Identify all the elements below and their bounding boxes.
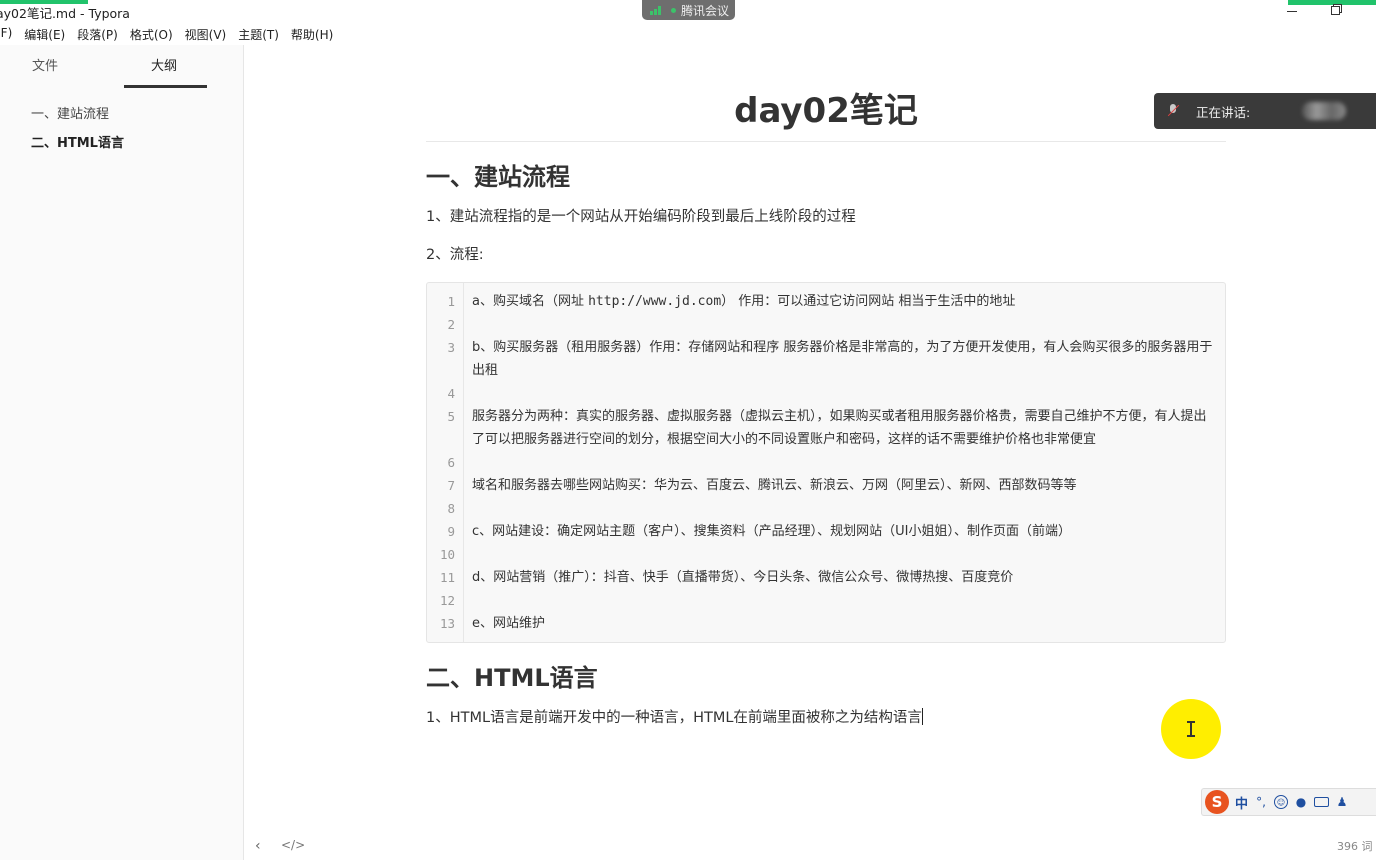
active-tab-indicator <box>124 85 207 88</box>
keyboard-icon[interactable] <box>1314 797 1330 807</box>
code-text-segment: d、网站营销（推广）：抖音、快手（直播带货）、今日头条、微信公众号、微博热搜、百… <box>472 570 1014 585</box>
code-block[interactable]: 1 a、购买域名（网址 http://www.jd.com） 作用：可以通过它访问… <box>426 282 1226 643</box>
code-line-text: b、购买服务器（租用服务器）作用：存储网站和程序 服务器价格是非常高的，为了方便… <box>463 336 1215 382</box>
code-line-text: a、购买域名（网址 http://www.jd.com） 作用：可以通过它访问网… <box>463 290 1215 313</box>
code-text-segment: ） 作用：可以通过它访问网站 相当于生活中的地址 <box>721 294 1016 309</box>
cursor-highlight <box>1161 699 1221 759</box>
outline-item-section2[interactable]: 二、HTML语言 <box>31 136 124 165</box>
code-line-text: c、网站建设：确定网站主题（客户）、搜集资料（产品经理）、规划网站（UI小姐姐）… <box>463 520 1215 543</box>
line-number: 1 <box>447 294 455 309</box>
meeting-status-pill[interactable]: 腾讯会议 <box>642 0 735 20</box>
code-line: 3 b、购买服务器（租用服务器）作用：存储网站和程序 服务器价格是非常高的，为了方… <box>427 336 1225 382</box>
code-line-text: 服务器分为两种：真实的服务器、虚拟服务器（虚拟云主机），如果购买或者租用服务器价… <box>463 405 1215 451</box>
ime-mode-toggle[interactable]: 中 <box>1235 793 1248 812</box>
code-url: http://www.jd.com <box>588 294 722 309</box>
line-number: 6 <box>447 455 455 470</box>
editor[interactable]: day02笔记 一、建站流程 1、建站流程指的是一个网站从开始编码阶段到最后上线… <box>426 80 1226 733</box>
outline-item-section1[interactable]: 一、建站流程 <box>31 107 124 136</box>
minimize-icon[interactable] <box>1286 4 1298 14</box>
tab-files[interactable]: 文件 <box>32 55 58 74</box>
code-line: 6 <box>427 451 1225 474</box>
menu-paragraph[interactable]: 段落(P) <box>71 23 124 45</box>
emoji-icon[interactable]: ☺ <box>1274 795 1289 809</box>
chevron-left-icon[interactable]: ‹ <box>255 838 261 854</box>
menu-help[interactable]: 帮助(H) <box>285 23 339 45</box>
menu-edit[interactable]: 编辑(E) <box>18 23 71 45</box>
ime-punctuation-toggle[interactable]: °, <box>1254 795 1268 809</box>
line-number: 7 <box>447 478 455 493</box>
code-line: 2 <box>427 313 1225 336</box>
meeting-label: 腾讯会议 <box>681 3 730 18</box>
text-caret <box>921 708 923 725</box>
source-code-toggle-icon[interactable]: </> <box>281 838 305 852</box>
word-count[interactable]: 396 词 <box>1337 838 1373 854</box>
line-number: 9 <box>447 524 455 539</box>
paragraph-3: 1、HTML语言是前端开发中的一种语言，HTML在前端里面被称之为结构语言 <box>426 703 1226 733</box>
line-number: 2 <box>447 317 455 332</box>
signal-icon <box>650 5 666 15</box>
sogou-logo-icon[interactable]: S <box>1205 790 1229 814</box>
code-line-text: d、网站营销（推广）：抖音、快手（直播带货）、今日头条、微信公众号、微博热搜、百… <box>463 566 1215 589</box>
line-number: 8 <box>447 501 455 516</box>
code-line: 7 域名和服务器去哪些网站购买：华为云、百度云、腾讯云、新浪云、万网（阿里云）、新… <box>427 474 1225 497</box>
sidebar-tabs: 文件 大纲 <box>0 45 243 89</box>
paragraph-3-text: 1、HTML语言是前端开发中的一种语言，HTML在前端里面被称之为结构语言 <box>426 710 922 726</box>
code-line: 5 服务器分为两种：真实的服务器、虚拟服务器（虚拟云主机），如果购买或者租用服务器… <box>427 405 1225 451</box>
code-text-segment: 服务器分为两种：真实的服务器、虚拟服务器（虚拟云主机），如果购买或者租用服务器价… <box>472 409 1207 447</box>
code-text-segment: e、网站维护 <box>472 616 545 631</box>
restore-icon[interactable] <box>1331 4 1342 15</box>
tab-outline[interactable]: 大纲 <box>151 55 177 74</box>
code-line: 13 e、网站维护 <box>427 612 1225 635</box>
muted-mic-icon <box>1166 103 1180 119</box>
line-number: 4 <box>447 386 455 401</box>
speaking-label: 正在讲话: <box>1196 104 1251 120</box>
section-heading-1: 一、建站流程 <box>426 163 570 191</box>
code-line: 11 d、网站营销（推广）：抖音、快手（直播带货）、今日头条、微信公众号、微博热搜… <box>427 566 1225 589</box>
menu-file[interactable]: (F) <box>0 23 18 45</box>
code-text-segment: a、购买域名（网址 <box>472 294 589 309</box>
code-line: 8 <box>427 497 1225 520</box>
line-number: 13 <box>439 616 455 631</box>
line-number: 11 <box>439 570 455 585</box>
ibeam-cursor-icon <box>1187 721 1195 737</box>
line-number: 3 <box>447 340 455 355</box>
section-heading-2: 二、HTML语言 <box>426 664 598 692</box>
menu-format[interactable]: 格式(O) <box>124 23 179 45</box>
code-line-text: e、网站维护 <box>463 612 1215 635</box>
microphone-icon[interactable]: ● <box>1294 795 1308 809</box>
sidebar: 文件 大纲 一、建站流程 二、HTML语言 <box>0 45 244 860</box>
paragraph-2: 2、流程: <box>426 247 484 263</box>
paragraph-1: 1、建站流程指的是一个网站从开始编码阶段到最后上线阶段的过程 <box>426 209 856 225</box>
window-title: ay02笔记.md - Typora <box>0 6 130 21</box>
code-text-segment: b、购买服务器（租用服务器）作用：存储网站和程序 服务器价格是非常高的，为了方便… <box>472 340 1213 378</box>
code-line-text: 域名和服务器去哪些网站购买：华为云、百度云、腾讯云、新浪云、万网（阿里云）、新网… <box>463 474 1215 497</box>
line-number: 12 <box>439 593 455 608</box>
ime-toolbar: S 中 °, ☺ ● ♟ <box>1201 788 1376 816</box>
document-title: day02笔记 <box>426 80 1226 142</box>
code-line: 12 <box>427 589 1225 612</box>
code-text-segment: 域名和服务器去哪些网站购买：华为云、百度云、腾讯云、新浪云、万网（阿里云）、新网… <box>472 478 1077 493</box>
line-number: 10 <box>439 547 455 562</box>
code-text-segment: c、网站建设：确定网站主题（客户）、搜集资料（产品经理）、规划网站（UI小姐姐）… <box>472 524 1071 539</box>
menu-bar: (F) 编辑(E) 段落(P) 格式(O) 视图(V) 主题(T) 帮助(H) <box>0 23 339 45</box>
speaker-name-blurred <box>1302 102 1346 120</box>
outline-list: 一、建站流程 二、HTML语言 <box>31 107 124 165</box>
code-line: 4 <box>427 382 1225 405</box>
status-dot-icon <box>671 7 676 13</box>
code-line: 9 c、网站建设：确定网站主题（客户）、搜集资料（产品经理）、规划网站（UI小姐姐… <box>427 520 1225 543</box>
speaking-indicator: 正在讲话: <box>1154 93 1376 129</box>
menu-view[interactable]: 视图(V) <box>179 23 233 45</box>
line-number: 5 <box>447 409 455 424</box>
user-icon[interactable]: ♟ <box>1335 795 1349 809</box>
code-line: 1 a、购买域名（网址 http://www.jd.com） 作用：可以通过它访问… <box>427 290 1225 313</box>
menu-theme[interactable]: 主题(T) <box>232 23 285 45</box>
code-line: 10 <box>427 543 1225 566</box>
